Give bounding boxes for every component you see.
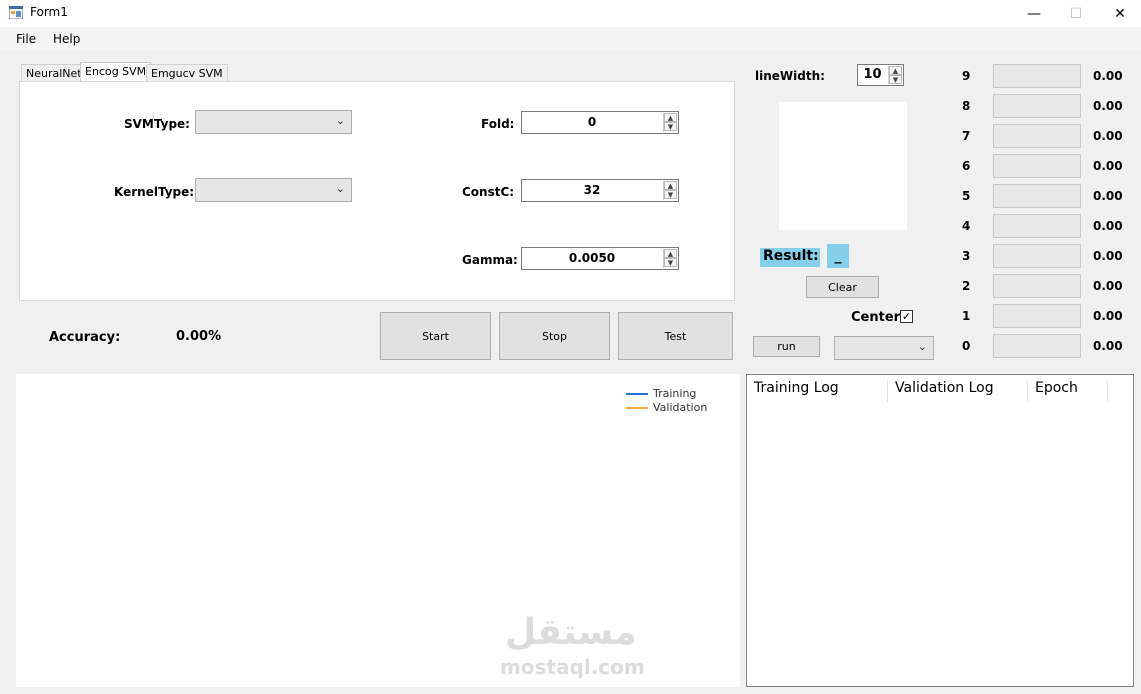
digit-probability-bar: [993, 214, 1081, 238]
constc-value: 32: [583, 183, 601, 197]
fold-label: Fold:: [481, 117, 515, 131]
kernel-type-label: KernelType:: [114, 185, 195, 199]
close-icon[interactable]: ✕: [1100, 0, 1140, 27]
digit-probability-bar: [993, 274, 1081, 298]
minimize-icon[interactable]: —: [1014, 0, 1054, 27]
digit-probability-bar: [993, 94, 1081, 118]
digit-probability-bar: [993, 244, 1081, 268]
line-width-value: 10: [863, 67, 882, 82]
watermark-logo-latin: mostaql.com: [500, 655, 645, 679]
legend-training-label: Training: [653, 387, 697, 400]
stepper-down-icon[interactable]: ▼: [889, 75, 902, 84]
constc-label: ConstC:: [462, 185, 515, 199]
digit-probability-value: 0.00: [1093, 219, 1123, 233]
digit-probability-value: 0.00: [1093, 69, 1123, 83]
digit-probability-value: 0.00: [1093, 339, 1123, 353]
digit-probability-value: 0.00: [1093, 309, 1123, 323]
digit-probability-value: 0.00: [1093, 159, 1123, 173]
log-header-training[interactable]: Training Log: [747, 380, 888, 402]
digit-probability-value: 0.00: [1093, 279, 1123, 293]
watermark-logo-arabic: مستقل: [505, 612, 637, 653]
result-value: _: [827, 244, 849, 268]
kernel-type-select[interactable]: ⌄: [195, 178, 352, 202]
tab-emgucv-svm[interactable]: Emgucv SVM: [146, 64, 228, 82]
line-width-stepper[interactable]: 10 ▲ ▼: [857, 64, 904, 86]
digit-probability-value: 0.00: [1093, 249, 1123, 263]
window-title: Form1: [30, 5, 68, 19]
gamma-value: 0.0050: [568, 251, 616, 265]
digit-label: 5: [962, 189, 971, 203]
digit-probability-bar: [993, 154, 1081, 178]
stepper-down-icon[interactable]: ▼: [664, 258, 677, 267]
log-list[interactable]: Training Log Validation Log Epoch: [746, 374, 1134, 687]
menu-file[interactable]: File: [16, 32, 36, 46]
log-header-validation[interactable]: Validation Log: [888, 380, 1028, 402]
stepper-up-icon[interactable]: ▲: [664, 181, 677, 190]
digit-probability-value: 0.00: [1093, 129, 1123, 143]
stepper-up-icon[interactable]: ▲: [664, 113, 677, 122]
maximize-icon[interactable]: ☐: [1056, 0, 1096, 27]
digit-label: 1: [962, 309, 971, 323]
chevron-down-icon: ⌄: [917, 340, 927, 353]
stepper-down-icon[interactable]: ▼: [664, 122, 677, 131]
digit-probability-bar: [993, 334, 1081, 358]
center-checkbox[interactable]: ✓: [900, 310, 913, 323]
fold-stepper[interactable]: 0 ▲ ▼: [521, 111, 679, 134]
stop-button[interactable]: Stop: [499, 312, 610, 360]
svm-type-label: SVMType:: [124, 117, 190, 131]
clear-button[interactable]: Clear: [806, 276, 879, 298]
menu-bar: [0, 27, 1141, 51]
accuracy-label: Accuracy:: [49, 330, 121, 345]
chevron-down-icon: ⌄: [335, 114, 345, 127]
test-button[interactable]: Test: [618, 312, 733, 360]
digit-label: 2: [962, 279, 971, 293]
digit-label: 6: [962, 159, 971, 173]
digit-label: 3: [962, 249, 971, 263]
tab-encog-svm[interactable]: Encog SVM: [80, 62, 152, 82]
constc-stepper[interactable]: 32 ▲ ▼: [521, 179, 679, 202]
line-width-label: lineWidth:: [755, 69, 825, 83]
gamma-label: Gamma:: [462, 253, 518, 267]
digit-probability-bar: [993, 64, 1081, 88]
gamma-stepper[interactable]: 0.0050 ▲ ▼: [521, 247, 679, 270]
run-select[interactable]: ⌄: [834, 336, 934, 360]
stepper-up-icon[interactable]: ▲: [664, 249, 677, 258]
digit-label: 4: [962, 219, 971, 233]
fold-value: 0: [587, 115, 597, 129]
start-button[interactable]: Start: [380, 312, 491, 360]
digit-probability-bar: [993, 124, 1081, 148]
digit-probability-bar: [993, 304, 1081, 328]
menu-help[interactable]: Help: [53, 32, 80, 46]
chevron-down-icon: ⌄: [335, 182, 345, 195]
svm-type-select[interactable]: ⌄: [195, 110, 352, 134]
run-button[interactable]: run: [753, 336, 820, 357]
digit-probability-value: 0.00: [1093, 189, 1123, 203]
legend-validation-label: Validation: [653, 401, 708, 414]
tab-neuralnet[interactable]: NeuralNet: [21, 64, 87, 82]
digit-probability-bar: [993, 184, 1081, 208]
center-label: Center: [851, 310, 901, 325]
drawing-canvas[interactable]: [779, 102, 907, 230]
result-label: Result:: [760, 248, 820, 267]
app-icon: [9, 6, 23, 19]
stepper-down-icon[interactable]: ▼: [664, 190, 677, 199]
stepper-up-icon[interactable]: ▲: [889, 66, 902, 75]
digit-probability-value: 0.00: [1093, 99, 1123, 113]
digit-label: 7: [962, 129, 971, 143]
accuracy-value: 0.00%: [176, 329, 222, 344]
log-header-epoch[interactable]: Epoch: [1028, 380, 1108, 402]
digit-label: 9: [962, 69, 971, 83]
title-bar: [0, 0, 1141, 27]
digit-label: 8: [962, 99, 971, 113]
digit-label: 0: [962, 339, 971, 353]
